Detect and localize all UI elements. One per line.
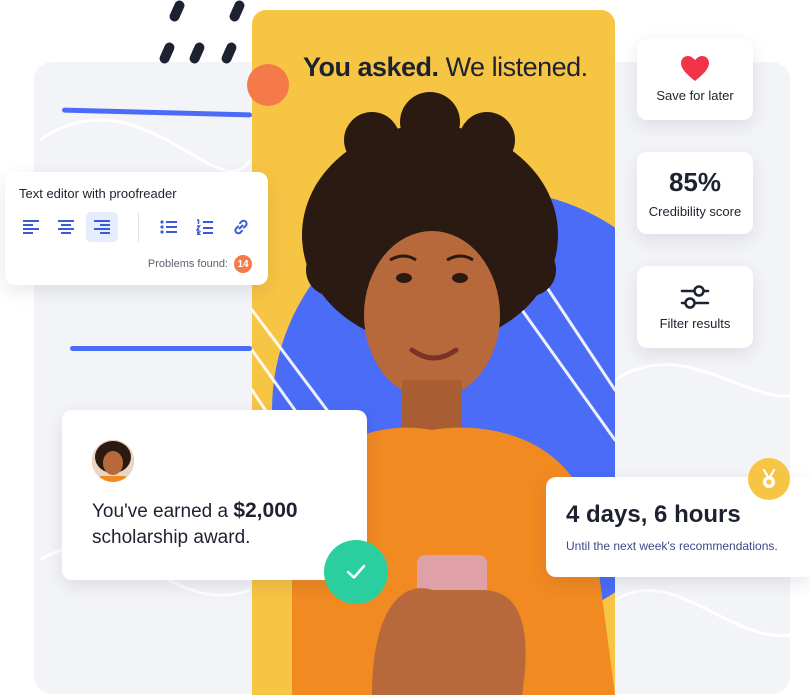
countdown-subtitle: Until the next week's recommendations. xyxy=(566,539,778,553)
avatar xyxy=(92,440,134,482)
check-circle-icon xyxy=(324,540,388,604)
award-text-suffix: scholarship award. xyxy=(92,527,251,548)
award-message: You've earned a $2,000 scholarship award… xyxy=(92,498,332,551)
heart-icon xyxy=(681,56,709,81)
avatar-image xyxy=(92,440,134,482)
bullet-list-icon xyxy=(160,220,177,234)
align-right-icon xyxy=(94,220,110,234)
link-button[interactable] xyxy=(225,212,257,242)
decor-orange-circle xyxy=(247,64,289,106)
save-for-later-button[interactable]: Save for later xyxy=(637,39,753,120)
filter-results-button[interactable]: Filter results xyxy=(637,266,753,348)
bullet-list-button[interactable] xyxy=(153,212,185,242)
toolbar-separator xyxy=(138,212,139,242)
award-text-prefix: You've earned a xyxy=(92,501,234,522)
filter-results-label: Filter results xyxy=(659,315,731,331)
text-editor-card: Text editor with proofreader Problems fo… xyxy=(5,172,268,285)
medal-glyph xyxy=(762,468,776,488)
align-center-button[interactable] xyxy=(50,212,82,242)
problems-found: Problems found: 14 xyxy=(148,255,252,273)
medal-icon xyxy=(748,458,790,500)
credibility-score-card: 85% Credibility score xyxy=(637,152,753,234)
align-left-button[interactable] xyxy=(15,212,47,242)
numbered-list-icon xyxy=(196,219,213,235)
link-icon xyxy=(234,219,248,235)
award-amount: $2,000 xyxy=(233,499,298,522)
hero-image-panel: You asked. We listened. xyxy=(252,10,615,695)
problems-count-badge: 14 xyxy=(234,255,252,273)
hero-title: You asked. We listened. xyxy=(303,52,588,83)
check-icon xyxy=(346,564,366,579)
decor-line xyxy=(70,346,252,351)
hero-illustration xyxy=(252,92,615,695)
save-for-later-label: Save for later xyxy=(656,88,734,103)
hero-title-bold: You asked. xyxy=(303,52,439,82)
credibility-score-label: Credibility score xyxy=(648,204,742,219)
align-center-icon xyxy=(58,220,74,234)
sliders-icon xyxy=(680,284,710,309)
numbered-list-button[interactable] xyxy=(189,212,221,242)
scholarship-award-card: You've earned a $2,000 scholarship award… xyxy=(62,410,367,580)
align-left-icon xyxy=(23,220,39,234)
credibility-score-value: 85% xyxy=(668,167,722,197)
text-editor-title: Text editor with proofreader xyxy=(19,186,177,201)
problems-found-label: Problems found: xyxy=(147,258,228,270)
countdown-value: 4 days, 6 hours xyxy=(566,501,741,528)
align-right-button[interactable] xyxy=(86,212,118,242)
hero-title-rest: We listened. xyxy=(438,52,589,82)
